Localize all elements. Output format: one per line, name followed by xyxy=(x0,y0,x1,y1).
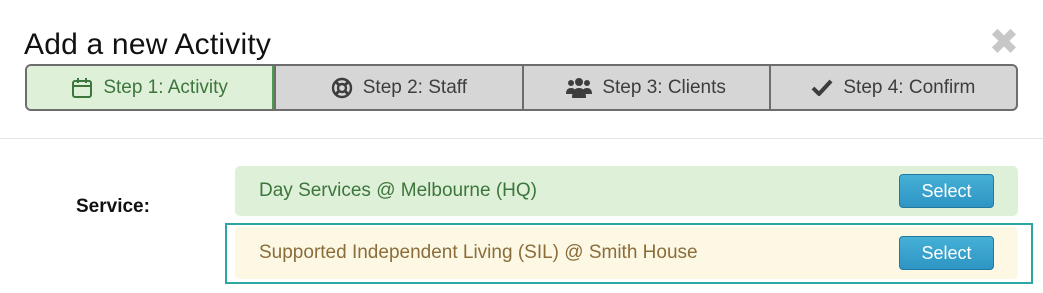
service-name: Supported Independent Living (SIL) @ Smi… xyxy=(259,242,698,263)
service-option-sil: Supported Independent Living (SIL) @ Smi… xyxy=(235,227,1018,279)
select-button[interactable]: Select xyxy=(899,174,994,208)
select-button[interactable]: Select xyxy=(899,236,994,270)
close-icon[interactable]: ✖ xyxy=(988,24,1020,60)
users-icon xyxy=(566,77,593,99)
step-wizard: Step 1: Activity Step 2: Staff Step 3: C… xyxy=(25,64,1018,111)
service-name: Day Services @ Melbourne (HQ) xyxy=(259,180,537,201)
step-label: Step 3: Clients xyxy=(602,76,726,98)
modal-header: Add a new Activity ✖ Step 1: Activity St… xyxy=(0,0,1043,138)
step-label: Step 2: Staff xyxy=(362,76,467,98)
tab-step-clients[interactable]: Step 3: Clients xyxy=(521,66,769,109)
check-icon xyxy=(811,77,833,99)
step-label: Step 1: Activity xyxy=(103,76,228,98)
step-label: Step 4: Confirm xyxy=(843,76,976,98)
service-label: Service: xyxy=(76,196,150,217)
calendar-icon xyxy=(71,77,93,99)
tab-step-activity[interactable]: Step 1: Activity xyxy=(27,66,275,109)
tab-step-confirm[interactable]: Step 4: Confirm xyxy=(768,66,1016,109)
tab-step-staff[interactable]: Step 2: Staff xyxy=(274,66,521,109)
lifebuoy-icon xyxy=(331,77,353,99)
modal-title: Add a new Activity xyxy=(24,28,272,61)
header-divider xyxy=(0,138,1043,139)
service-option-day-services: Day Services @ Melbourne (HQ) Select xyxy=(235,166,1018,216)
